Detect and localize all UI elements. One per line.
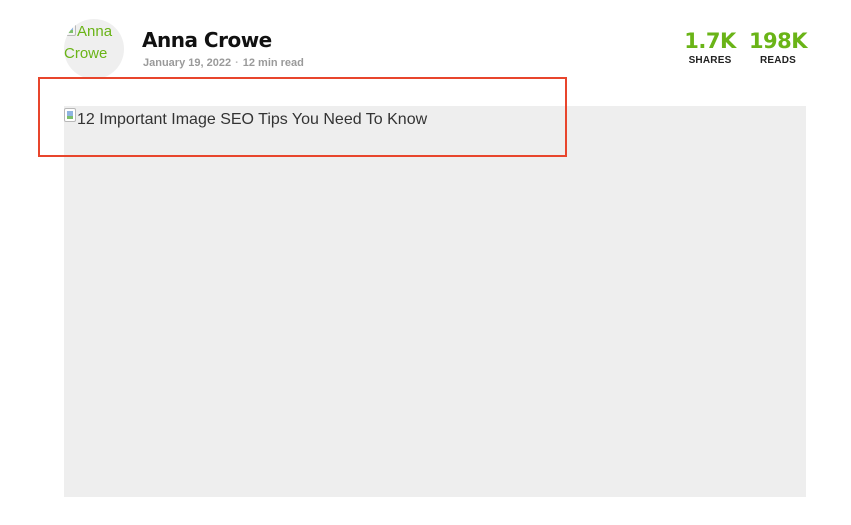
shares-stat: 1.7K SHARES xyxy=(682,29,738,66)
author-avatar[interactable]: Anna Crowe xyxy=(64,19,124,79)
shares-count: 1.7K xyxy=(684,29,736,53)
author-name[interactable]: Anna Crowe xyxy=(142,28,272,52)
reads-label: READS xyxy=(759,55,796,66)
broken-image-icon xyxy=(64,108,76,122)
reads-count: 198K xyxy=(748,29,808,53)
shares-label: SHARES xyxy=(688,55,732,66)
avatar-alt-text: Anna Crowe xyxy=(64,23,113,62)
post-meta: January 19, 2022 · 12 min read xyxy=(143,57,304,69)
reads-stat: 198K READS xyxy=(746,29,810,66)
featured-image-alt-text: 12 Important Image SEO Tips You Need To … xyxy=(77,111,428,128)
featured-image-placeholder: 12 Important Image SEO Tips You Need To … xyxy=(64,106,806,497)
read-time: 12 min read xyxy=(242,57,304,69)
post-date: January 19, 2022 xyxy=(143,57,232,69)
meta-separator: · xyxy=(235,57,239,69)
